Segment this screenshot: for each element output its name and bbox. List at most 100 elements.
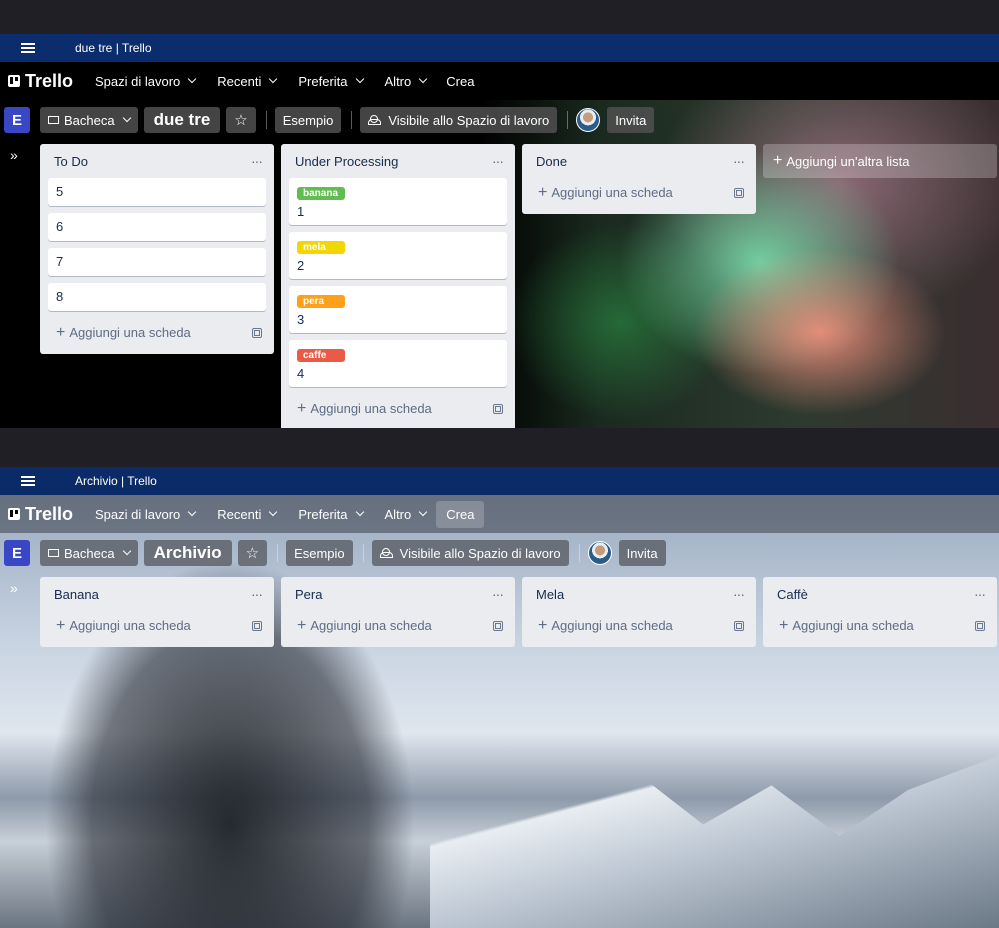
- nav-workspaces[interactable]: Spazi di lavoro: [95, 74, 197, 89]
- hamburger-menu-icon[interactable]: [0, 47, 55, 49]
- card-title: 3: [297, 312, 305, 327]
- add-card-button[interactable]: + Aggiungi una scheda: [779, 617, 914, 635]
- view-label: Bacheca: [64, 545, 115, 561]
- add-list-button[interactable]: + Aggiungi un'altra lista: [763, 144, 997, 178]
- card-template-icon[interactable]: [252, 328, 262, 338]
- card[interactable]: banana 1: [289, 178, 507, 225]
- card-template-icon[interactable]: [975, 621, 985, 631]
- add-card-label: Aggiungi una scheda: [310, 618, 432, 633]
- trello-logo[interactable]: Trello: [8, 504, 73, 525]
- card-template-icon[interactable]: [493, 621, 503, 631]
- more-options-icon[interactable]: ···: [251, 153, 263, 169]
- more-options-icon[interactable]: ···: [251, 586, 263, 602]
- card-template-icon[interactable]: [734, 188, 744, 198]
- add-card-button[interactable]: + Aggiungi una scheda: [297, 617, 432, 635]
- create-button[interactable]: Crea: [436, 68, 484, 95]
- list-title[interactable]: To Do: [54, 154, 88, 169]
- list-header[interactable]: Pera ···: [289, 577, 507, 611]
- card-label[interactable]: pera: [297, 295, 345, 308]
- avatar[interactable]: [587, 541, 612, 565]
- list-header[interactable]: Banana ···: [48, 577, 266, 611]
- workspace-button[interactable]: Esempio: [274, 107, 342, 133]
- card-template-icon[interactable]: [252, 621, 262, 631]
- card-template-icon[interactable]: [493, 404, 503, 414]
- add-card-button[interactable]: + Aggiungi una scheda: [538, 184, 673, 202]
- workspace-badge[interactable]: E: [4, 107, 30, 133]
- hamburger-menu-icon[interactable]: [0, 480, 55, 482]
- card-template-icon[interactable]: [734, 621, 744, 631]
- list-title[interactable]: Done: [536, 154, 567, 169]
- card[interactable]: caffe 4: [289, 340, 507, 387]
- chevron-down-icon: [188, 74, 197, 84]
- view-switcher-button[interactable]: Bacheca: [40, 107, 138, 133]
- list-title[interactable]: Mela: [536, 587, 564, 602]
- add-card-label: Aggiungi una scheda: [310, 401, 432, 416]
- visibility-button[interactable]: Visibile allo Spazio di lavoro: [371, 540, 569, 566]
- list-header[interactable]: Mela ···: [530, 577, 748, 611]
- nav-starred[interactable]: Preferita: [298, 74, 364, 89]
- add-card-button[interactable]: + Aggiungi una scheda: [538, 617, 673, 635]
- add-card-button[interactable]: + Aggiungi una scheda: [56, 617, 191, 635]
- workspace-badge[interactable]: E: [4, 540, 30, 566]
- nav-recent[interactable]: Recenti: [217, 74, 278, 89]
- list-title[interactable]: Under Processing: [295, 154, 398, 169]
- add-card-row: + Aggiungi una scheda: [48, 611, 266, 641]
- card-label[interactable]: mela: [297, 241, 345, 254]
- mountain-background-image: [430, 744, 999, 928]
- list-banana: Banana ··· + Aggiungi una scheda: [40, 577, 274, 647]
- card-label[interactable]: caffe: [297, 349, 345, 362]
- star-button[interactable]: ☆: [226, 107, 256, 133]
- trello-logo[interactable]: Trello: [8, 71, 73, 92]
- add-card-row: + Aggiungi una scheda: [771, 611, 989, 641]
- view-label: Bacheca: [64, 112, 115, 128]
- board-view-icon: [48, 549, 59, 557]
- card[interactable]: 5: [48, 178, 266, 206]
- list-header[interactable]: Under Processing ···: [289, 144, 507, 178]
- board-name[interactable]: Archivio: [143, 540, 232, 566]
- board-name[interactable]: due tre: [143, 107, 221, 133]
- list-header[interactable]: Caffè ···: [771, 577, 989, 611]
- add-card-label: Aggiungi una scheda: [69, 325, 191, 340]
- list-header[interactable]: To Do ···: [48, 144, 266, 178]
- card[interactable]: 8: [48, 283, 266, 311]
- more-options-icon[interactable]: ···: [492, 153, 504, 169]
- workspace-button[interactable]: Esempio: [286, 540, 353, 566]
- expand-sidebar-icon[interactable]: »: [10, 147, 18, 163]
- plus-icon: +: [56, 324, 66, 341]
- card[interactable]: mela 2: [289, 232, 507, 279]
- invite-button[interactable]: Invita: [607, 107, 655, 133]
- visibility-button[interactable]: Visibile allo Spazio di lavoro: [360, 107, 558, 133]
- top-nav: Trello Spazi di lavoro Recenti Preferita…: [0, 62, 999, 100]
- card[interactable]: pera 3: [289, 286, 507, 333]
- expand-sidebar-icon[interactable]: »: [10, 580, 18, 596]
- view-switcher-button[interactable]: Bacheca: [40, 540, 138, 566]
- invite-button[interactable]: Invita: [618, 540, 666, 566]
- more-options-icon[interactable]: ···: [733, 586, 745, 602]
- list-title[interactable]: Caffè: [777, 587, 808, 602]
- more-options-icon[interactable]: ···: [733, 153, 745, 169]
- list-title[interactable]: Pera: [295, 587, 322, 602]
- card-label[interactable]: banana: [297, 187, 345, 200]
- create-button[interactable]: Crea: [436, 500, 485, 528]
- star-button[interactable]: ☆: [237, 540, 268, 566]
- add-card-button[interactable]: + Aggiungi una scheda: [297, 400, 432, 418]
- list-under-processing: Under Processing ··· banana 1 mela 2 pera 3 …: [281, 144, 515, 428]
- list-title[interactable]: Banana: [54, 587, 99, 602]
- add-list-label: Aggiungi un'altra lista: [786, 153, 910, 169]
- nav-more[interactable]: Altro: [385, 74, 428, 89]
- nav-recent[interactable]: Recenti: [217, 507, 278, 522]
- nav-more[interactable]: Altro: [385, 507, 428, 522]
- add-card-label: Aggiungi una scheda: [551, 618, 673, 633]
- card[interactable]: 6: [48, 213, 266, 241]
- more-options-icon[interactable]: ···: [974, 586, 986, 602]
- nav-workspaces[interactable]: Spazi di lavoro: [95, 507, 197, 522]
- workspace-visibility-icon: [379, 548, 393, 558]
- card[interactable]: 7: [48, 248, 266, 276]
- window-title: due tre | Trello: [75, 41, 152, 55]
- divider: [578, 544, 580, 562]
- nav-starred[interactable]: Preferita: [298, 507, 364, 522]
- avatar[interactable]: [576, 108, 601, 132]
- add-card-button[interactable]: + Aggiungi una scheda: [56, 324, 191, 342]
- list-header[interactable]: Done ···: [530, 144, 748, 178]
- more-options-icon[interactable]: ···: [492, 586, 504, 602]
